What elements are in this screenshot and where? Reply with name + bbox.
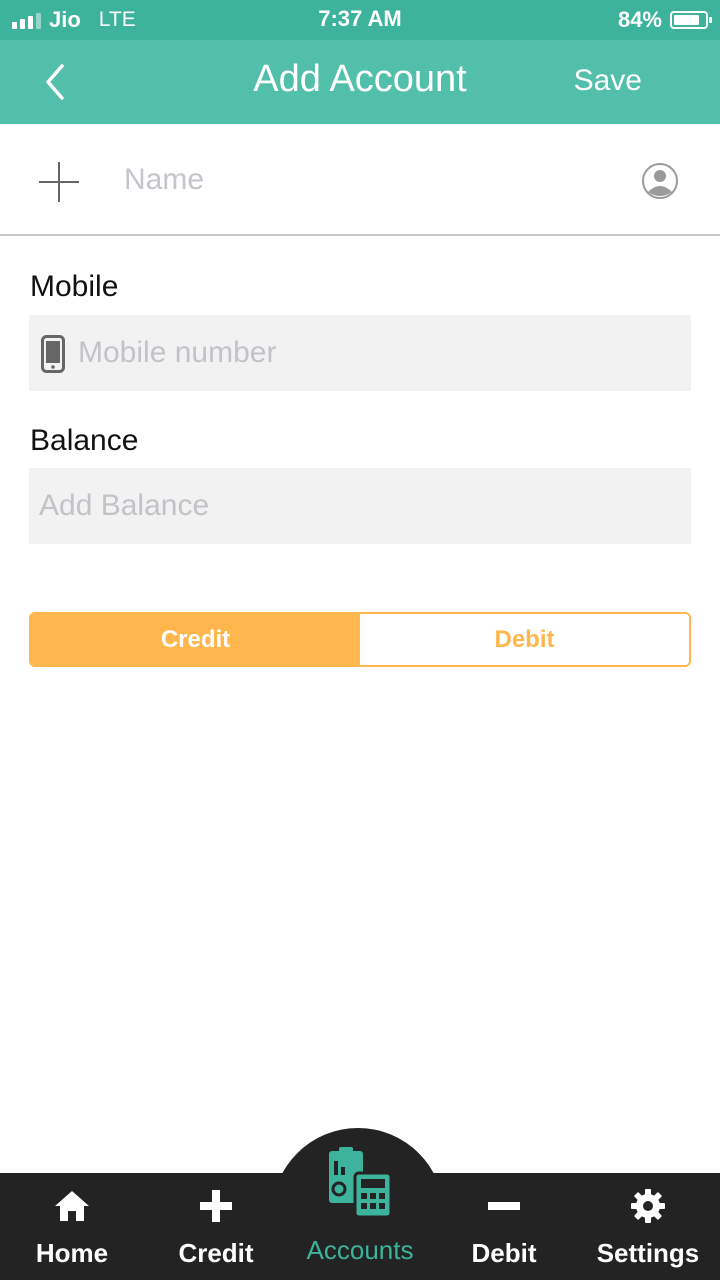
mobile-label: Mobile [30,270,119,303]
status-right: 84% [617,7,712,33]
battery-icon [670,11,712,29]
tab-accounts[interactable]: Accounts [288,1142,432,1266]
name-row [0,124,720,236]
status-time: 7:37 AM [318,6,402,31]
tab-debit-label: Debit [471,1238,537,1268]
credit-debit-toggle: Credit Debit [29,612,691,667]
mobile-number-input[interactable] [78,315,678,391]
tab-settings-label: Settings [596,1238,700,1268]
accounts-calculator-icon [329,1147,393,1219]
add-photo-plus-icon[interactable] [37,160,81,204]
plus-icon [200,1190,232,1222]
tab-debit[interactable]: Debit [432,1180,576,1269]
tab-credit-label: Credit [178,1238,254,1268]
tab-home-label: Home [35,1238,109,1268]
home-icon [55,1191,89,1221]
gear-icon [631,1189,665,1223]
tab-accounts-label: Accounts [306,1235,414,1265]
save-button[interactable]: Save [574,64,642,98]
battery-percent: 84% [617,7,662,32]
balance-field[interactable] [29,468,691,544]
debit-option[interactable]: Debit [360,614,689,665]
credit-option[interactable]: Credit [31,614,360,665]
tab-home[interactable]: Home [0,1180,144,1269]
tab-settings[interactable]: Settings [576,1180,720,1269]
minus-icon [488,1202,520,1210]
name-input[interactable] [124,158,604,202]
tab-credit[interactable]: Credit [144,1180,288,1269]
phone-icon [41,335,65,373]
status-bar: Jio LTE 7:37 AM 84% [0,0,720,40]
mobile-field[interactable] [29,315,691,391]
contact-person-icon[interactable] [641,162,679,200]
balance-input[interactable] [39,468,679,544]
navigation-bar: Add Account Save [0,40,720,124]
balance-label: Balance [30,424,139,457]
